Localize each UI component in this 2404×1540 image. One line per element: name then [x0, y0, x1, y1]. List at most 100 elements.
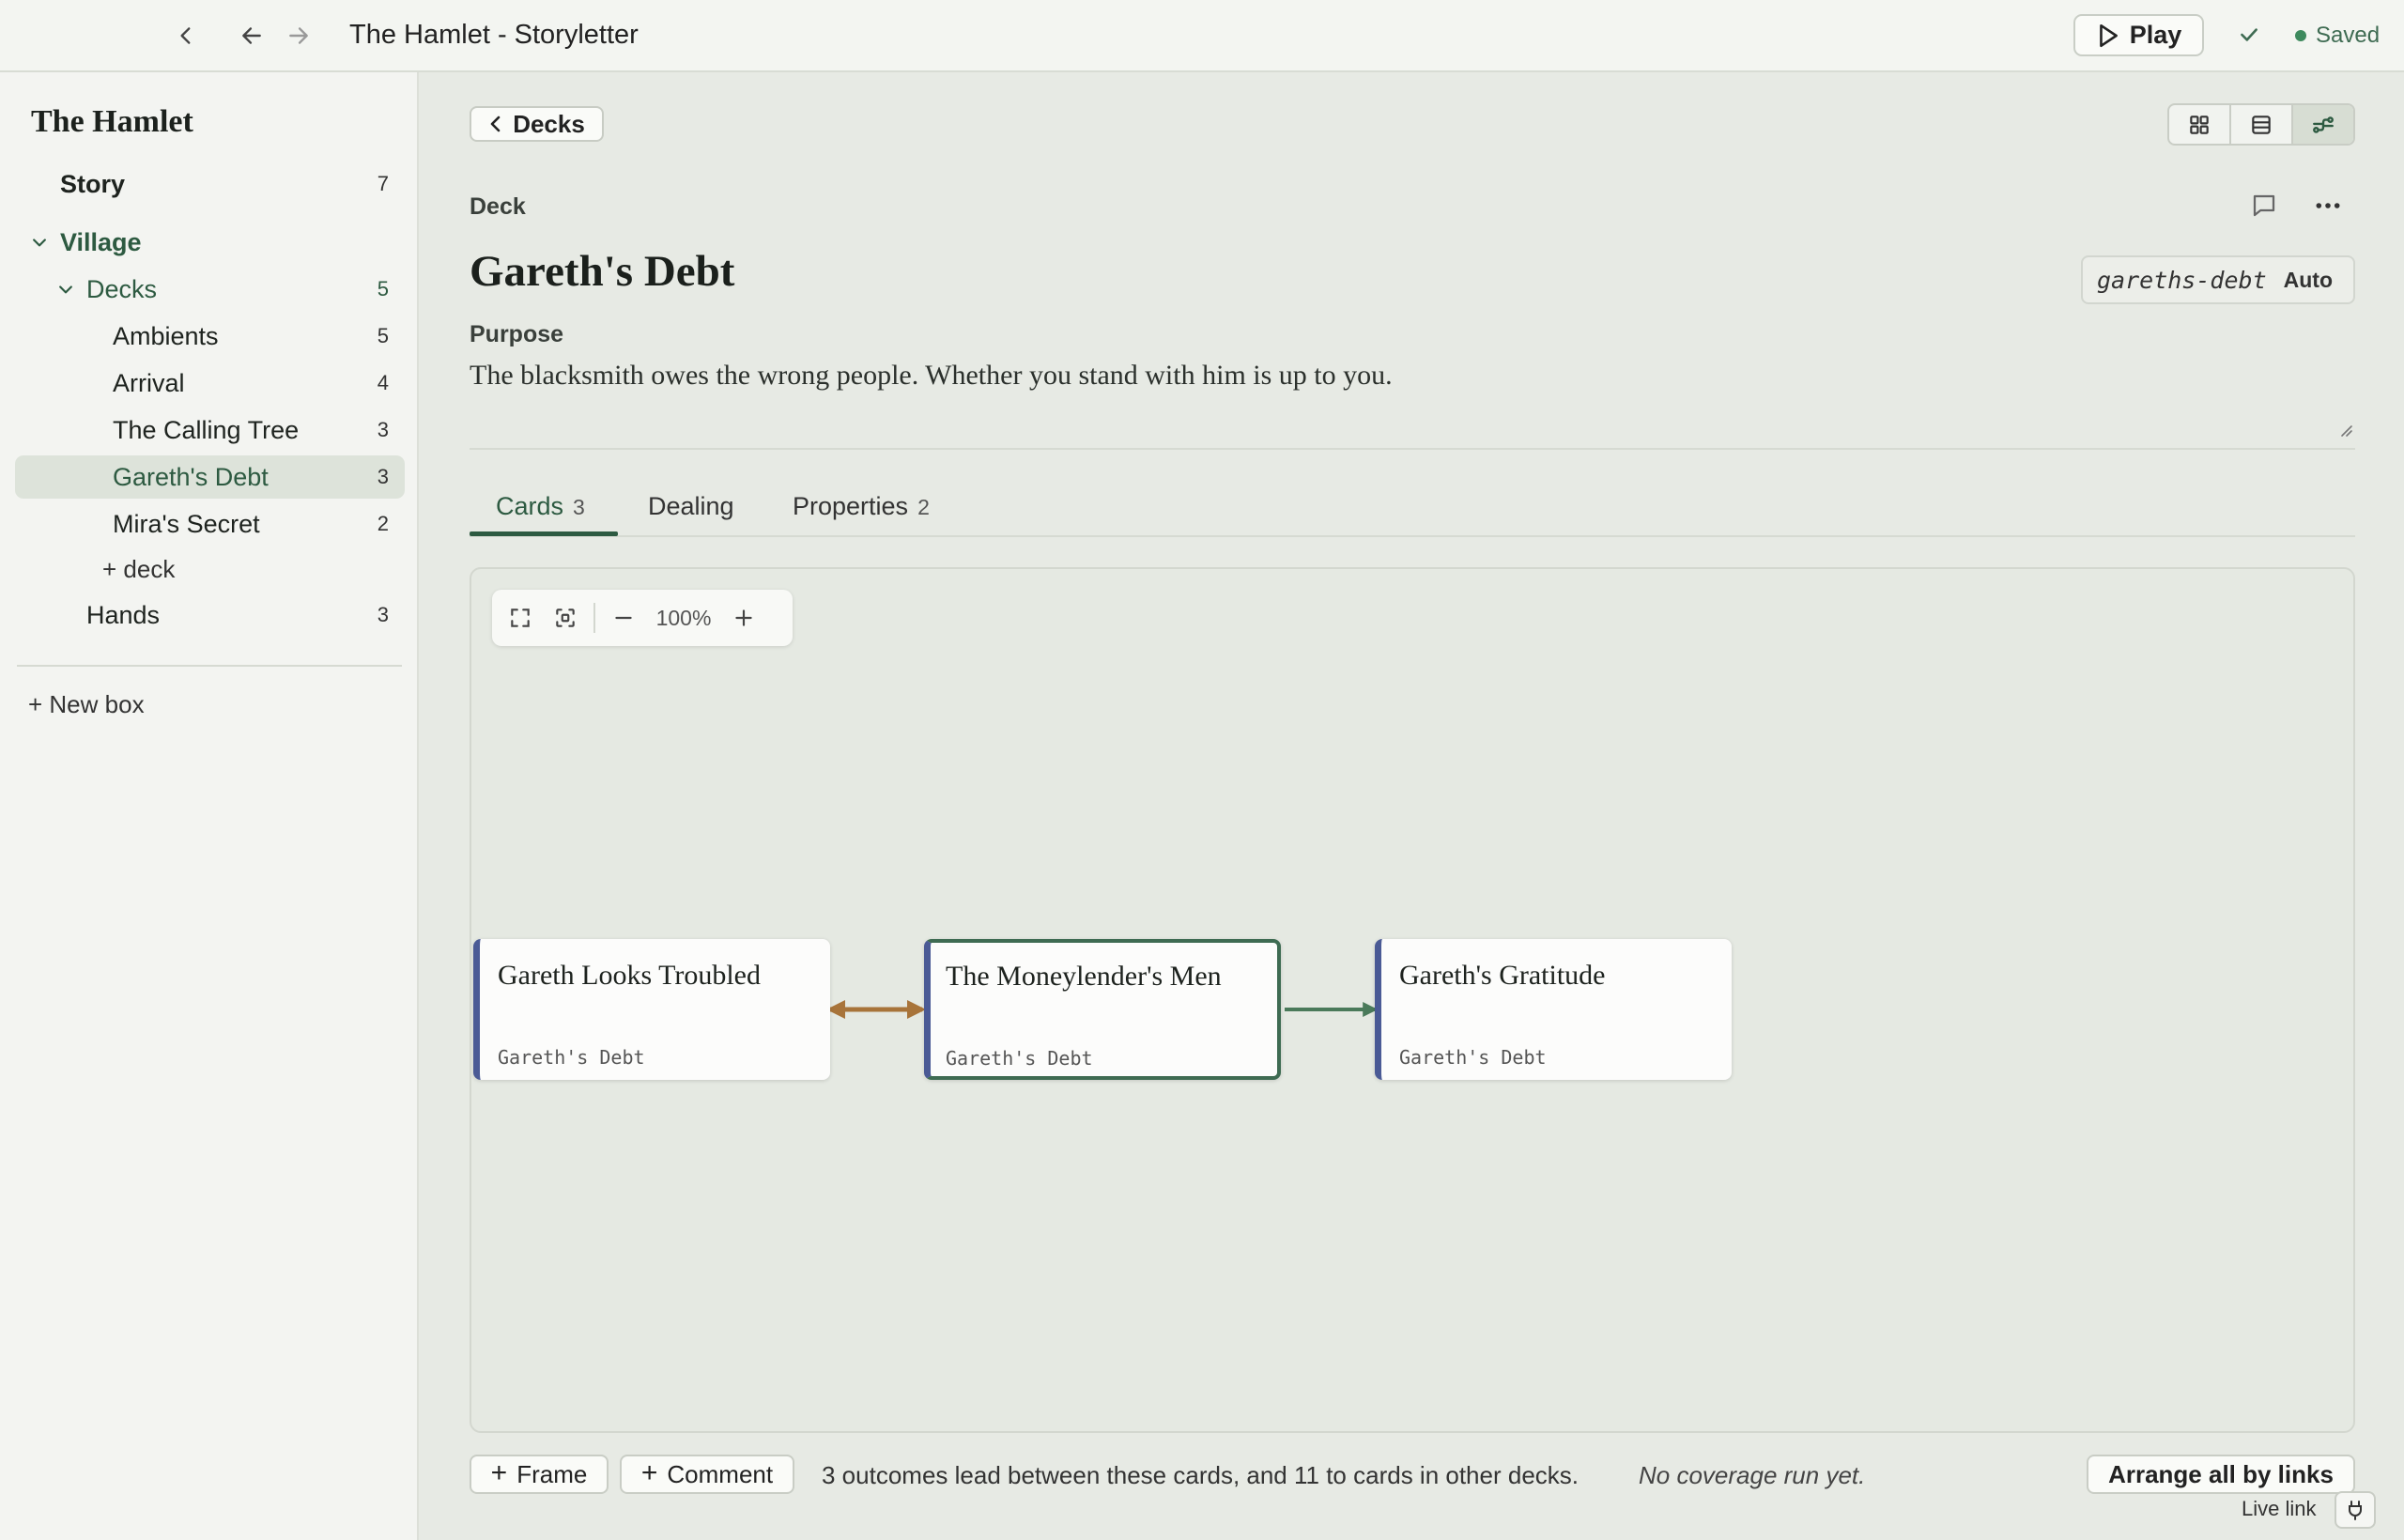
sidebar-item-label: Story [60, 169, 126, 198]
plus-icon [735, 609, 752, 626]
view-switcher [2167, 103, 2355, 146]
plug-icon [2349, 1501, 2362, 1520]
chevron-left-icon [180, 27, 191, 44]
plus-icon: + [640, 1456, 658, 1488]
deck-title[interactable]: Gareth's Debt [470, 246, 734, 297]
zoom-in-button[interactable] [721, 595, 766, 640]
purpose-divider [470, 448, 2355, 450]
play-button[interactable]: Play [2073, 14, 2204, 56]
slug-mode-badge: Auto [2283, 267, 2333, 292]
title-bar: The Hamlet - Storyletter Play Saved [0, 0, 2404, 72]
zoom-out-button[interactable] [601, 595, 646, 640]
card-graph-canvas[interactable]: 100% Gareth Looks Troubled Gareth's Debt… [470, 567, 2355, 1433]
comment-icon[interactable] [2250, 192, 2278, 220]
collapse-sidebar-button[interactable] [167, 17, 205, 54]
coverage-status: No coverage run yet. [1639, 1461, 1866, 1489]
sidebar-item-hands[interactable]: Hands 3 [15, 593, 405, 637]
arrow-right-icon [289, 27, 308, 44]
slug-value: gareths-debt [2097, 266, 2267, 294]
status-dot [2295, 30, 2306, 41]
purpose-label: Purpose [470, 321, 564, 347]
sidebar-item-count: 7 [377, 172, 389, 195]
tab-properties[interactable]: Properties 2 [793, 492, 930, 521]
links-summary: 3 outcomes lead between these cards, and… [822, 1461, 1579, 1489]
sidebar-item-label: The Calling Tree [113, 415, 300, 444]
zoom-level: 100% [655, 605, 712, 630]
minus-icon [615, 616, 632, 620]
sidebar-item-label: Ambients [113, 321, 219, 350]
play-label: Play [2129, 21, 2182, 49]
sidebar-item-count: 3 [377, 418, 389, 441]
sidebar-item-deck-ambients[interactable]: Ambients 5 [15, 315, 405, 358]
resize-grip-icon[interactable] [2336, 421, 2353, 438]
card-title: The Moneylender's Men [946, 961, 1222, 992]
new-box-button[interactable]: + New box [28, 690, 145, 719]
sidebar-item-deck-calling-tree[interactable]: The Calling Tree 3 [15, 408, 405, 452]
tab-label: Dealing [648, 492, 734, 520]
active-tab-indicator [470, 531, 618, 536]
slug-field[interactable]: gareths-debt Auto [2081, 255, 2355, 304]
sidebar-item-decks[interactable]: Decks 5 [15, 268, 405, 311]
graph-view-button[interactable] [2293, 105, 2353, 144]
sidebar-item-label: Decks [86, 274, 158, 303]
window-title: The Hamlet - Storyletter [349, 20, 639, 50]
play-icon [2099, 23, 2118, 47]
history-back-button[interactable] [233, 17, 270, 54]
back-label: Decks [513, 109, 585, 138]
fullscreen-icon [511, 608, 530, 627]
project-title: The Hamlet [31, 104, 193, 139]
deck-kicker: Deck [470, 193, 526, 220]
arrange-by-links-button[interactable]: Arrange all by links [2087, 1455, 2355, 1494]
tab-label: Cards [496, 492, 564, 520]
chevron-down-icon[interactable] [56, 280, 75, 299]
sidebar: The Hamlet Story 7 Village Decks 5 Ambie… [0, 72, 419, 1540]
back-to-decks-button[interactable]: Decks [470, 106, 604, 142]
grid-view-button[interactable] [2169, 105, 2231, 144]
toolbar-divider [593, 603, 595, 633]
sidebar-item-count: 5 [377, 277, 389, 300]
sidebar-item-village[interactable]: Village [15, 221, 405, 264]
purpose-textarea[interactable]: The blacksmith owes the wrong people. Wh… [470, 360, 1393, 392]
add-comment-label: Comment [667, 1459, 774, 1488]
graph-icon [2313, 116, 2334, 133]
deck-tabs: Cards 3 Dealing Properties 2 [470, 486, 2355, 537]
add-deck-button[interactable]: + deck [102, 555, 175, 584]
sidebar-item-deck-arrival[interactable]: Arrival 4 [15, 362, 405, 405]
sidebar-item-count: 2 [377, 512, 389, 535]
list-view-button[interactable] [2231, 105, 2293, 144]
sidebar-item-label: Mira's Secret [113, 509, 260, 538]
add-comment-button[interactable]: + Comment [620, 1455, 794, 1494]
sidebar-item-count: 3 [377, 603, 389, 626]
sidebar-item-label: Arrival [113, 368, 185, 397]
chevron-down-icon[interactable] [30, 233, 49, 252]
card-deck-label: Gareth's Debt [1399, 1046, 1547, 1069]
story-card[interactable]: Gareth Looks Troubled Gareth's Debt [473, 939, 830, 1080]
chevron-left-icon [490, 116, 501, 132]
tab-cards[interactable]: Cards 3 [496, 492, 585, 521]
sidebar-item-deck-gareths-debt[interactable]: Gareth's Debt 3 [15, 455, 405, 499]
sidebar-item-count: 3 [377, 465, 389, 488]
focus-icon [556, 608, 575, 627]
sidebar-item-story[interactable]: Story 7 [15, 162, 405, 206]
save-status-label: Saved [2316, 23, 2381, 48]
fit-to-view-button[interactable] [543, 595, 588, 640]
tab-count: 2 [917, 495, 930, 519]
card-title: Gareth's Gratitude [1399, 960, 1606, 991]
history-forward-button[interactable] [280, 17, 317, 54]
tab-count: 3 [573, 495, 585, 519]
fullscreen-button[interactable] [498, 595, 543, 640]
tab-label: Properties [793, 492, 909, 520]
card-title: Gareth Looks Troubled [498, 960, 761, 991]
sidebar-item-deck-miras-secret[interactable]: Mira's Secret 2 [15, 502, 405, 546]
more-options-icon[interactable] [2312, 192, 2344, 220]
sidebar-item-label: Gareth's Debt [113, 462, 269, 491]
tab-dealing[interactable]: Dealing [648, 492, 734, 521]
sidebar-item-count: 5 [377, 324, 389, 347]
sidebar-item-count: 4 [377, 371, 389, 394]
save-status: Saved [2295, 23, 2380, 49]
story-card-selected[interactable]: The Moneylender's Men Gareth's Debt [924, 939, 1281, 1080]
live-link-toggle[interactable] [2335, 1491, 2376, 1529]
story-card[interactable]: Gareth's Gratitude Gareth's Debt [1375, 939, 1732, 1080]
add-frame-button[interactable]: + Frame [470, 1455, 609, 1494]
card-deck-label: Gareth's Debt [946, 1047, 1093, 1070]
